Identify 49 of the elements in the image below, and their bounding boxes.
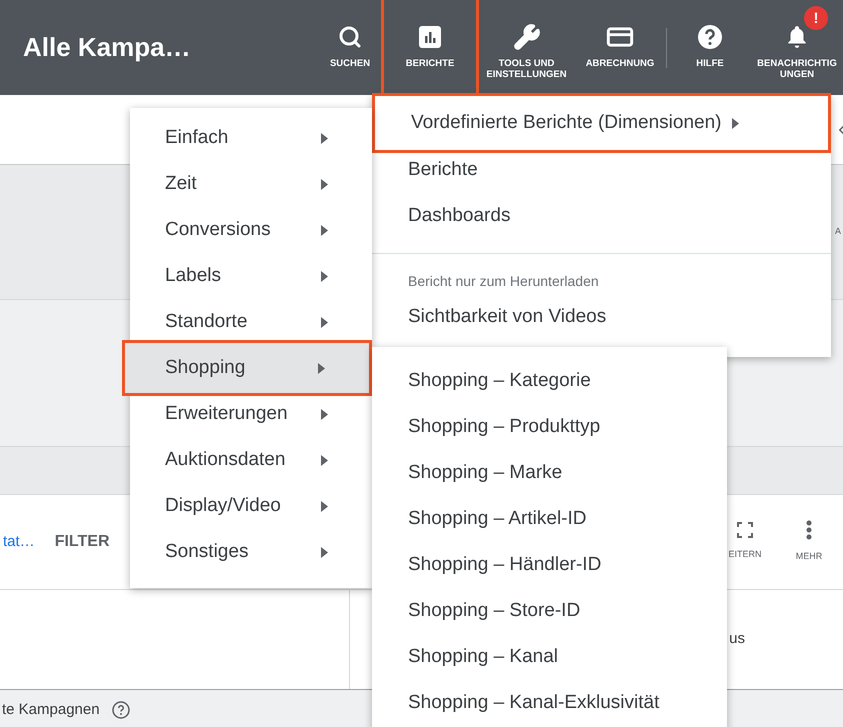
help-icon bbox=[112, 701, 130, 719]
section-label: te Kampagnen bbox=[2, 700, 100, 720]
billing-button[interactable]: ABRECHNUNG bbox=[574, 0, 666, 95]
notifications-button[interactable]: BENACHRICHTIG UNGEN ! bbox=[751, 0, 843, 95]
alert-badge: ! bbox=[804, 6, 828, 30]
menu-item[interactable]: Sonstiges bbox=[130, 529, 372, 575]
menu-item[interactable]: Vordefinierte Berichte (Dimensionen) bbox=[372, 93, 831, 153]
expand-icon bbox=[737, 522, 753, 538]
caret-right-icon bbox=[732, 118, 738, 128]
menu-item[interactable]: Sichtbarkeit von Videos bbox=[372, 294, 831, 340]
search-button[interactable]: SUCHEN bbox=[319, 0, 381, 95]
more-icon bbox=[806, 520, 812, 540]
menu-item[interactable]: Shopping bbox=[122, 340, 372, 396]
caret-right-icon bbox=[321, 132, 328, 144]
menu-item[interactable]: Shopping – Produkttyp bbox=[372, 404, 727, 450]
filter-button[interactable]: FILTER bbox=[54, 530, 110, 554]
caret-right-icon bbox=[321, 546, 328, 558]
menu-item[interactable]: Labels bbox=[130, 253, 372, 299]
page-title: Alle Kampa… bbox=[22, 31, 192, 64]
menu-item[interactable]: Display/Video bbox=[130, 483, 372, 529]
menu-item[interactable]: Conversions bbox=[130, 207, 372, 253]
table-cell-text: us bbox=[729, 629, 745, 650]
tools-button[interactable]: TOOLS UND EINSTELLUNGEN bbox=[479, 0, 574, 95]
menu-item[interactable]: Shopping – Kanal bbox=[372, 634, 727, 680]
caret-right-icon bbox=[321, 270, 328, 282]
caret-right-icon bbox=[321, 454, 328, 466]
filter-link[interactable]: tat… bbox=[3, 530, 35, 554]
menu-item[interactable]: Shopping – Store-ID bbox=[372, 588, 727, 634]
menu-item[interactable]: Shopping – Marke bbox=[372, 450, 727, 496]
caret-right-icon bbox=[321, 178, 328, 190]
search-icon bbox=[338, 25, 362, 49]
menu-item[interactable]: Zeit bbox=[130, 161, 372, 207]
menu-item[interactable]: Dashboards bbox=[372, 193, 831, 239]
caret-right-icon bbox=[321, 408, 328, 420]
caret-right-icon bbox=[321, 500, 328, 512]
caret-right-icon bbox=[318, 362, 325, 374]
menu-item[interactable]: Einfach bbox=[130, 115, 372, 161]
wrench-icon bbox=[512, 23, 540, 51]
menu-item[interactable]: Shopping – Kategorie bbox=[372, 358, 727, 404]
menu-item[interactable]: Auktionsdaten bbox=[130, 437, 372, 483]
caret-right-icon bbox=[321, 316, 328, 328]
section-heading: Bericht nur zum Herunterladen bbox=[407, 272, 600, 290]
bar-chart-icon bbox=[418, 25, 442, 49]
caret-right-icon bbox=[321, 224, 328, 236]
help-icon bbox=[697, 24, 723, 50]
more-button[interactable]: MEHR bbox=[779, 520, 839, 564]
help-button[interactable]: HILFE bbox=[669, 0, 751, 95]
menu-item[interactable]: Shopping – Kanal-Exklusivität bbox=[372, 680, 727, 726]
cut-text: A bbox=[834, 225, 841, 238]
